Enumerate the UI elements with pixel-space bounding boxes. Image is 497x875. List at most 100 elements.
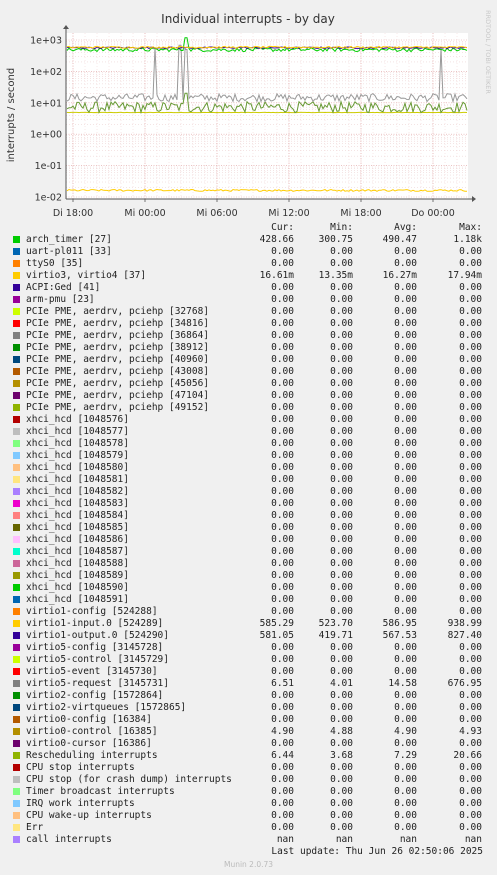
legend-row: xhci_hcd [1048581] 0.00 0.00 0.00 0.00	[0, 474, 497, 486]
series-max-value: 0.00	[459, 510, 482, 521]
series-avg-value: 0.00	[394, 822, 417, 833]
x-tick-label: Do 00:00	[411, 208, 455, 219]
series-max-value: 0.00	[459, 486, 482, 497]
series-swatch	[13, 248, 20, 255]
series-cur-value: nan	[276, 834, 294, 845]
series-min-value: 0.00	[330, 414, 353, 425]
series-avg-value: 14.58	[388, 678, 417, 689]
series-swatch	[13, 356, 20, 363]
series-swatch	[13, 428, 20, 435]
series-swatch	[13, 740, 20, 747]
series-swatch	[13, 680, 20, 687]
series-name: xhci_hcd [1048577]	[26, 426, 129, 437]
series-max-value: 0.00	[459, 582, 482, 593]
series-max-value: 0.00	[459, 702, 482, 713]
series-avg-value: 0.00	[394, 642, 417, 653]
series-cur-value: 6.51	[271, 678, 294, 689]
series-max-value: nan	[464, 834, 482, 845]
legend-row: virtio1-config [524288] 0.00 0.00 0.00 0.00	[0, 606, 497, 618]
x-tick-label: Mi 06:00	[196, 208, 237, 219]
legend-row: PCIe PME, aerdrv, pciehp [49152] 0.00 0.00…	[0, 402, 497, 414]
series-cur-value: 0.00	[271, 306, 294, 317]
series-name: virtio1-output.0 [524290]	[26, 630, 169, 641]
series-cur-value: 0.00	[271, 294, 294, 305]
legend-row: xhci_hcd [1048578] 0.00 0.00 0.00 0.00	[0, 438, 497, 450]
x-tick-label: Mi 00:00	[124, 208, 165, 219]
series-max-value: 0.00	[459, 738, 482, 749]
series-name: xhci_hcd [1048582]	[26, 486, 129, 497]
series-cur-value: 0.00	[271, 402, 294, 413]
series-name: call interrupts	[26, 834, 112, 845]
series-avg-value: 0.00	[394, 534, 417, 545]
series-cur-value: 4.90	[271, 726, 294, 737]
legend-row: xhci_hcd [1048588] 0.00 0.00 0.00 0.00	[0, 558, 497, 570]
series-cur-value: 0.00	[271, 570, 294, 581]
series-cur-value: 0.00	[271, 702, 294, 713]
series-cur-value: 0.00	[271, 606, 294, 617]
series-name: uart-pl011 [33]	[26, 246, 112, 257]
series-cur-value: 0.00	[271, 666, 294, 677]
legend-row: virtio5-control [3145729] 0.00 0.00 0.00 0.0…	[0, 654, 497, 666]
series-cur-value: 0.00	[271, 498, 294, 509]
series-name: PCIe PME, aerdrv, pciehp [38912]	[26, 342, 210, 353]
series-min-value: 0.00	[330, 522, 353, 533]
series-cur-value: 6.44	[271, 750, 294, 761]
series-avg-value: 0.00	[394, 774, 417, 785]
series-name: virtio3, virtio4 [37]	[26, 270, 147, 281]
series-name: PCIe PME, aerdrv, pciehp [32768]	[26, 306, 210, 317]
series-cur-value: 0.00	[271, 282, 294, 293]
series-avg-value: nan	[399, 834, 417, 845]
series-cur-value: 0.00	[271, 738, 294, 749]
series-cur-value: 0.00	[271, 378, 294, 389]
series-cur-value: 0.00	[271, 354, 294, 365]
series-min-value: 4.01	[330, 678, 353, 689]
series-name: xhci_hcd [1048588]	[26, 558, 129, 569]
series-min-value: 0.00	[330, 690, 353, 701]
series-swatch	[13, 404, 20, 411]
series-min-value: 0.00	[330, 354, 353, 365]
series-cur-value: 0.00	[271, 426, 294, 437]
series-min-value: 0.00	[330, 774, 353, 785]
series-min-value: 0.00	[330, 294, 353, 305]
series-cur-value: 585.29	[259, 618, 294, 629]
series-swatch	[13, 500, 20, 507]
legend-row: virtio0-control [16385] 4.90 4.88 4.90 4.93	[0, 726, 497, 738]
series-min-value: 523.70	[318, 618, 353, 629]
legend-row: virtio1-output.0 [524290] 581.05 419.71 567…	[0, 630, 497, 642]
series-avg-value: 0.00	[394, 342, 417, 353]
series-swatch	[13, 644, 20, 651]
series-swatch	[13, 452, 20, 459]
series-name: Rescheduling interrupts	[26, 750, 158, 761]
series-avg-value: 0.00	[394, 402, 417, 413]
series-min-value: nan	[335, 834, 353, 845]
series-avg-value: 0.00	[394, 366, 417, 377]
legend-row: xhci_hcd [1048580] 0.00 0.00 0.00 0.00	[0, 462, 497, 474]
series-avg-value: 0.00	[394, 246, 417, 257]
legend-row: virtio1-input.0 [524289] 585.29 523.70 586.…	[0, 618, 497, 630]
y-tick-label: 1e+00	[30, 130, 62, 141]
legend-row: PCIe PME, aerdrv, pciehp [45056] 0.00 0.00…	[0, 378, 497, 390]
series-swatch	[13, 488, 20, 495]
series-min-value: 0.00	[330, 594, 353, 605]
series-swatch	[13, 716, 20, 723]
series-name: virtio5-config [3145728]	[26, 642, 164, 653]
series-min-value: 0.00	[330, 582, 353, 593]
legend-row: CPU stop interrupts 0.00 0.00 0.00 0.00	[0, 762, 497, 774]
series-min-value: 4.88	[330, 726, 353, 737]
series-min-value: 300.75	[318, 234, 353, 245]
series-avg-value: 0.00	[394, 558, 417, 569]
series-max-value: 0.00	[459, 390, 482, 401]
series-cur-value: 0.00	[271, 594, 294, 605]
series-name: CPU wake-up interrupts	[26, 810, 152, 821]
series-avg-value: 0.00	[394, 666, 417, 677]
series-max-value: 0.00	[459, 402, 482, 413]
series-min-value: 0.00	[330, 642, 353, 653]
series-cur-value: 0.00	[271, 558, 294, 569]
series-max-value: 0.00	[459, 450, 482, 461]
series-name: PCIe PME, aerdrv, pciehp [34816]	[26, 318, 210, 329]
series-name: xhci_hcd [1048578]	[26, 438, 129, 449]
series-cur-value: 0.00	[271, 318, 294, 329]
series-swatch	[13, 632, 20, 639]
legend-row: xhci_hcd [1048589] 0.00 0.00 0.00 0.00	[0, 570, 497, 582]
series-avg-value: 0.00	[394, 498, 417, 509]
